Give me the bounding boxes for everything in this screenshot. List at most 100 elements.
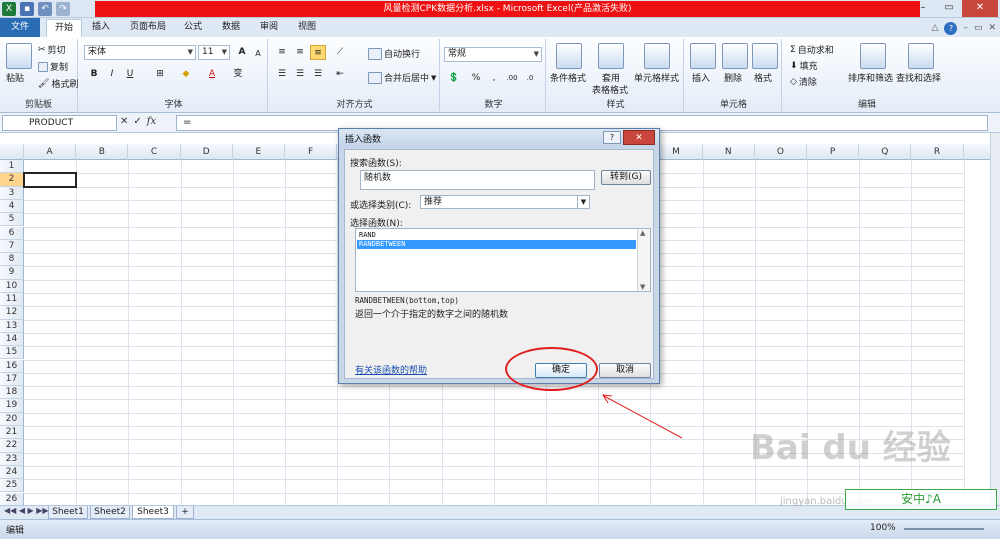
align-right-icon[interactable]: ☰	[310, 67, 326, 82]
row-header[interactable]: 26	[0, 492, 24, 506]
row-header[interactable]: 23	[0, 452, 24, 466]
dialog-help-button[interactable]: ?	[603, 131, 621, 144]
align-left-icon[interactable]: ☰	[274, 67, 290, 82]
row-header[interactable]: 17	[0, 372, 24, 387]
row-header[interactable]: 11	[0, 293, 24, 307]
wrap-text-button[interactable]: 自动换行	[368, 47, 420, 60]
align-bottom-icon[interactable]: ≡	[310, 45, 326, 60]
function-help-link[interactable]: 有关该函数的帮助	[355, 363, 427, 376]
row-header[interactable]: 7	[0, 239, 24, 254]
delete-cells-icon[interactable]	[722, 43, 748, 69]
phonetic-button[interactable]: 变	[230, 67, 246, 82]
goto-button[interactable]: 转到(G)	[601, 170, 651, 185]
column-header[interactable]: O	[755, 144, 807, 160]
font-name-select[interactable]: 宋体 ▼	[84, 45, 196, 60]
tab-review[interactable]: 审阅	[254, 19, 284, 37]
format-cells-icon[interactable]	[752, 43, 778, 69]
row-header[interactable]: 16	[0, 359, 24, 373]
zoom-slider[interactable]	[904, 528, 984, 530]
paste-icon[interactable]	[6, 43, 32, 69]
cancel-icon[interactable]: ✕	[120, 116, 128, 127]
row-header[interactable]: 21	[0, 426, 24, 440]
tab-formulas[interactable]: 公式	[178, 19, 208, 37]
row-header[interactable]: 1	[0, 160, 24, 174]
underline-button[interactable]: U	[122, 67, 138, 82]
name-box[interactable]: PRODUCT	[2, 115, 117, 131]
cancel-button[interactable]: 取消	[599, 363, 651, 378]
row-header[interactable]: 14	[0, 332, 24, 347]
grow-font-button[interactable]: A	[234, 45, 250, 60]
conditional-format-button[interactable]: 条件格式	[550, 71, 586, 84]
row-header[interactable]: 12	[0, 306, 24, 320]
tab-file[interactable]: 文件	[0, 18, 40, 37]
format-painter-button[interactable]: 🖌 格式刷	[38, 77, 78, 91]
number-format-select[interactable]: 常规 ▼	[444, 47, 542, 62]
sheet-nav-icon[interactable]: ◀◀ ◀ ▶ ▶▶	[4, 506, 49, 515]
list-scrollbar[interactable]: ▲ ▼	[637, 229, 650, 291]
comma-button[interactable]: ,	[486, 71, 502, 86]
column-header[interactable]: A	[24, 144, 77, 160]
active-cell[interactable]	[23, 172, 78, 188]
dialog-close-button[interactable]: ✕	[623, 130, 655, 145]
help-icon[interactable]: ?	[944, 21, 958, 35]
format-cells-button[interactable]: 格式	[754, 71, 772, 84]
row-header[interactable]: 3	[0, 186, 24, 200]
indent-icon[interactable]: ⇤	[332, 67, 348, 82]
maximize-button[interactable]: ▭	[936, 0, 962, 17]
find-select-icon[interactable]	[908, 43, 934, 69]
sheet-tab[interactable]: Sheet1	[48, 506, 88, 519]
find-select-button[interactable]: 查找和选择	[896, 71, 941, 84]
paste-button[interactable]: 粘贴	[6, 71, 24, 84]
currency-icon[interactable]: 💲	[446, 71, 462, 86]
delete-cells-button[interactable]: 删除	[724, 71, 742, 84]
align-middle-icon[interactable]: ≡	[292, 45, 308, 60]
wb-restore-icon[interactable]: ▭	[974, 23, 983, 33]
sort-filter-icon[interactable]	[860, 43, 886, 69]
minimize-button[interactable]: –	[910, 0, 936, 17]
row-header[interactable]: 24	[0, 465, 24, 480]
row-header[interactable]: 13	[0, 319, 24, 333]
font-size-select[interactable]: 11 ▼	[198, 45, 230, 60]
vertical-scrollbar[interactable]	[990, 133, 1000, 505]
row-header[interactable]: 10	[0, 279, 24, 293]
save-icon[interactable]: ▪	[20, 2, 34, 16]
column-header[interactable]: F	[285, 144, 338, 160]
table-format-icon[interactable]	[598, 43, 624, 69]
ribbon-collapse-icon[interactable]: △	[932, 23, 939, 33]
scroll-up-icon[interactable]: ▲	[640, 229, 645, 237]
copy-button[interactable]: 复制	[38, 60, 68, 73]
row-header[interactable]: 5	[0, 213, 24, 227]
sort-filter-button[interactable]: 排序和筛选	[848, 71, 893, 84]
row-header[interactable]: 9	[0, 266, 24, 280]
tab-page-layout[interactable]: 页面布局	[124, 19, 172, 37]
table-format-button-line2[interactable]: 表格格式	[592, 83, 628, 96]
bold-button[interactable]: B	[86, 67, 102, 82]
row-header[interactable]: 19	[0, 399, 24, 413]
enter-icon[interactable]: ✓	[133, 116, 141, 127]
zoom-level[interactable]: 100%	[870, 523, 896, 533]
row-header[interactable]: 25	[0, 479, 24, 493]
wb-minimize-icon[interactable]: –	[963, 23, 968, 33]
increase-decimal-icon[interactable]: .00	[504, 71, 520, 86]
conditional-format-icon[interactable]	[556, 43, 582, 69]
row-header[interactable]: 4	[0, 199, 24, 214]
tab-view[interactable]: 视图	[292, 19, 322, 37]
category-select[interactable]: 推荐 ▼	[420, 195, 590, 209]
scroll-down-icon[interactable]: ▼	[640, 283, 645, 291]
row-header[interactable]: 8	[0, 253, 24, 267]
border-icon[interactable]: ⊞	[152, 67, 168, 82]
merge-center-button[interactable]: 合并后居中 ▼	[368, 71, 436, 84]
wb-close-icon[interactable]: ✕	[988, 23, 996, 33]
cut-button[interactable]: ✂ 剪切	[38, 43, 66, 57]
align-top-icon[interactable]: ≡	[274, 45, 290, 60]
autosum-button[interactable]: Σ 自动求和	[790, 43, 834, 57]
fill-color-icon[interactable]: ◆	[178, 67, 194, 82]
percent-button[interactable]: %	[468, 71, 484, 86]
function-list[interactable]: RAND RANDBETWEEN ▲ ▼	[355, 228, 651, 292]
column-header[interactable]: E	[233, 144, 285, 160]
row-header[interactable]: 22	[0, 439, 24, 453]
row-header[interactable]: 15	[0, 346, 24, 360]
column-header[interactable]: D	[181, 144, 233, 160]
insert-cells-button[interactable]: 插入	[692, 71, 710, 84]
tab-home[interactable]: 开始	[46, 19, 82, 37]
